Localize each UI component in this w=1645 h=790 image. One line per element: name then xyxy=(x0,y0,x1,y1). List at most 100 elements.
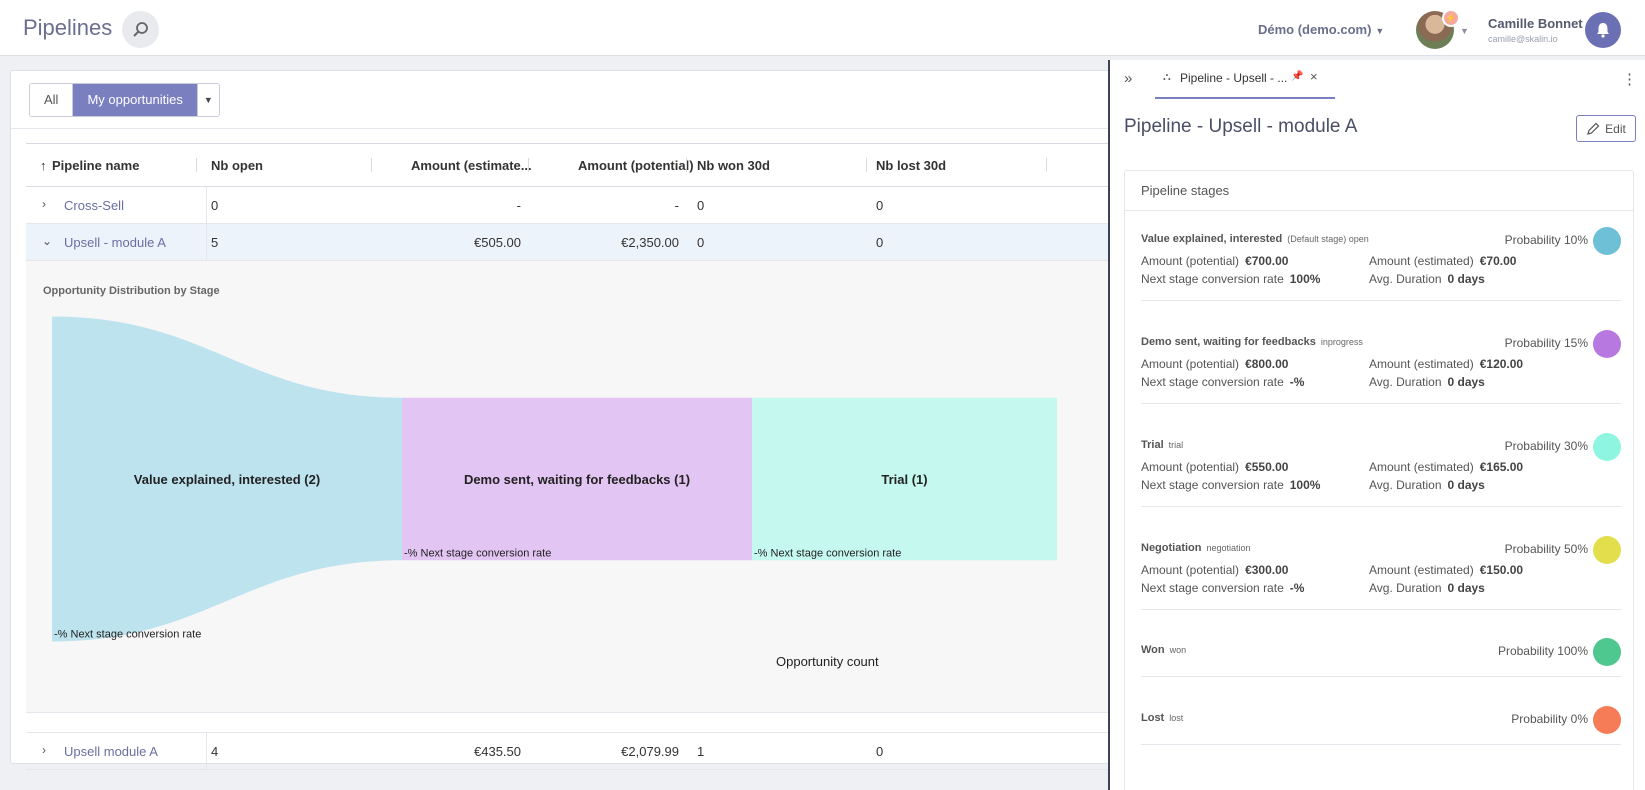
chevron-right-icon[interactable]: › xyxy=(42,197,46,211)
table-row-selected[interactable]: ⌄ Upsell - module A 5 €505.00 €2,350.00 … xyxy=(26,224,1111,261)
stage-name-text: Won xyxy=(1141,644,1165,656)
amount-estimated: Amount (estimated) €165.00 xyxy=(1369,460,1523,474)
edit-button[interactable]: Edit xyxy=(1576,115,1636,142)
next-stage-rate: Next stage conversion rate -% xyxy=(1141,581,1304,595)
user-name: Camille Bonnet xyxy=(1488,16,1583,31)
more-options-icon[interactable]: ⋮ xyxy=(1622,70,1637,88)
value: -% xyxy=(1289,375,1305,389)
pencil-icon xyxy=(1587,122,1600,135)
column-header-amount-potential[interactable]: Amount (potential) xyxy=(578,158,694,173)
divider xyxy=(11,128,1111,129)
value: 100% xyxy=(1289,272,1321,286)
stage-name-text: Negotiation xyxy=(1141,542,1202,554)
value: 100% xyxy=(1289,478,1321,492)
column-divider xyxy=(686,158,687,172)
workspace-selector[interactable]: Démo (demo.com) ▼ xyxy=(1258,22,1384,37)
amount-potential-value: €2,350.00 xyxy=(621,235,679,250)
stage-probability: Probability 0% xyxy=(1511,712,1588,726)
stage-item[interactable]: Negotiation negotiation Probability 50% A… xyxy=(1141,536,1621,610)
value: €70.00 xyxy=(1479,254,1517,268)
amount-estimated-value: - xyxy=(516,198,521,213)
search-icon xyxy=(132,21,148,37)
stage-probability: Probability 15% xyxy=(1504,336,1588,350)
stage-type: trial xyxy=(1168,440,1184,450)
label: Avg. Duration xyxy=(1369,272,1442,286)
stage-name-text: Demo sent, waiting for feedbacks xyxy=(1141,336,1316,348)
value: €165.00 xyxy=(1479,460,1524,474)
table-row[interactable]: › Upsell module A 4 €435.50 €2,079.99 1 … xyxy=(26,733,1111,770)
amount-potential: Amount (potential) €550.00 xyxy=(1141,460,1288,474)
filter-all-button[interactable]: All xyxy=(30,84,73,116)
value: -% xyxy=(1289,581,1305,595)
stage-color-dot xyxy=(1593,227,1621,255)
table-row[interactable]: › Cross-Sell 0 - - 0 0 xyxy=(26,187,1111,224)
label: Avg. Duration xyxy=(1369,375,1442,389)
chevron-down-icon: ▼ xyxy=(1375,26,1385,36)
next-stage-rate: Next stage conversion rate 100% xyxy=(1141,272,1320,286)
column-header-nb-won[interactable]: Nb won 30d xyxy=(697,158,770,173)
stage-name-text: Value explained, interested xyxy=(1141,233,1283,245)
stage-item[interactable]: Value explained, interested (Default stag… xyxy=(1141,227,1621,301)
stage-name: Won won xyxy=(1141,644,1186,656)
stage-name: Lost lost xyxy=(1141,712,1183,724)
column-header-nb-open[interactable]: Nb open xyxy=(211,158,263,173)
avg-duration: Avg. Duration 0 days xyxy=(1369,272,1485,286)
spacer xyxy=(26,713,1111,733)
stage-item[interactable]: Won won Probability 100% xyxy=(1141,638,1621,677)
stage-name: Value explained, interested (Default stag… xyxy=(1141,233,1369,245)
search-button[interactable] xyxy=(122,11,159,48)
tab-pipeline[interactable]: ⛬ Pipeline - Upsell - ... 📌 × xyxy=(1155,60,1335,99)
label: Amount (potential) xyxy=(1141,460,1240,474)
sort-asc-icon[interactable]: ↑ xyxy=(40,158,47,173)
stage-item[interactable]: Demo sent, waiting for feedbacks inprogre… xyxy=(1141,330,1621,404)
column-divider xyxy=(371,158,372,172)
conversion-rate-label: -% Next stage conversion rate xyxy=(754,547,901,559)
pipelines-table: ↑ Pipeline name Nb open Amount (estimate… xyxy=(26,143,1111,770)
amount-estimated: Amount (estimated) €70.00 xyxy=(1369,254,1516,268)
label: Amount (potential) xyxy=(1141,357,1240,371)
notification-flash-icon: ⚡ xyxy=(1442,9,1460,27)
notifications-button[interactable] xyxy=(1585,12,1621,48)
collapse-panel-icon[interactable]: » xyxy=(1124,70,1132,87)
stage-name: Trial trial xyxy=(1141,439,1183,451)
pin-icon[interactable]: 📌 xyxy=(1291,71,1303,82)
table-header: ↑ Pipeline name Nb open Amount (estimate… xyxy=(26,144,1111,187)
stage-item[interactable]: Lost lost Probability 0% xyxy=(1141,706,1621,745)
chevron-right-icon[interactable]: › xyxy=(42,743,46,757)
chart-x-axis-label: Opportunity count xyxy=(776,654,879,669)
pipeline-name[interactable]: Upsell module A xyxy=(64,744,158,759)
chevron-down-icon[interactable]: ⌄ xyxy=(42,234,52,248)
nb-won-value: 0 xyxy=(697,235,705,250)
funnel-chart: Value explained, interested (2) -% Next s… xyxy=(52,316,1057,642)
column-header-amount-estimated[interactable]: Amount (estimate... xyxy=(411,158,532,173)
pipeline-name[interactable]: Upsell - module A xyxy=(64,235,166,250)
caret-down-icon[interactable]: ▼ xyxy=(196,84,219,116)
value: 0 days xyxy=(1447,581,1485,595)
column-header-nb-lost[interactable]: Nb lost 30d xyxy=(876,158,946,173)
column-divider xyxy=(528,158,529,172)
chevron-down-icon[interactable]: ▼ xyxy=(1460,26,1469,36)
avg-duration: Avg. Duration 0 days xyxy=(1369,375,1485,389)
column-header-pipeline-name[interactable]: Pipeline name xyxy=(52,158,139,173)
value: €150.00 xyxy=(1479,563,1524,577)
label: Next stage conversion rate xyxy=(1141,581,1284,595)
funnel-segment-label: Trial (1) xyxy=(881,472,927,487)
funnel-segment-label: Value explained, interested (2) xyxy=(134,472,320,487)
value: €800.00 xyxy=(1245,357,1289,371)
user-email: camille@skalin.io xyxy=(1488,34,1558,44)
filter-my-opportunities-button[interactable]: My opportunities xyxy=(72,84,197,116)
avg-duration: Avg. Duration 0 days xyxy=(1369,478,1485,492)
label: Amount (estimated) xyxy=(1369,563,1474,577)
tab-label: Pipeline - Upsell - ... xyxy=(1180,71,1288,85)
opportunity-distribution-chart: Opportunity Distribution by Stage Value … xyxy=(26,261,1111,713)
stage-item[interactable]: Trial trial Probability 30% Amount (poten… xyxy=(1141,433,1621,507)
amount-estimated: Amount (estimated) €120.00 xyxy=(1369,357,1523,371)
edit-label: Edit xyxy=(1605,121,1626,136)
label: Amount (estimated) xyxy=(1369,460,1474,474)
stage-probability: Probability 30% xyxy=(1504,439,1588,453)
label: Amount (estimated) xyxy=(1369,254,1474,268)
pipeline-name[interactable]: Cross-Sell xyxy=(64,198,124,213)
close-icon[interactable]: × xyxy=(1310,69,1318,84)
nb-won-value: 1 xyxy=(697,744,705,759)
stage-type: negotiation xyxy=(1206,543,1251,553)
